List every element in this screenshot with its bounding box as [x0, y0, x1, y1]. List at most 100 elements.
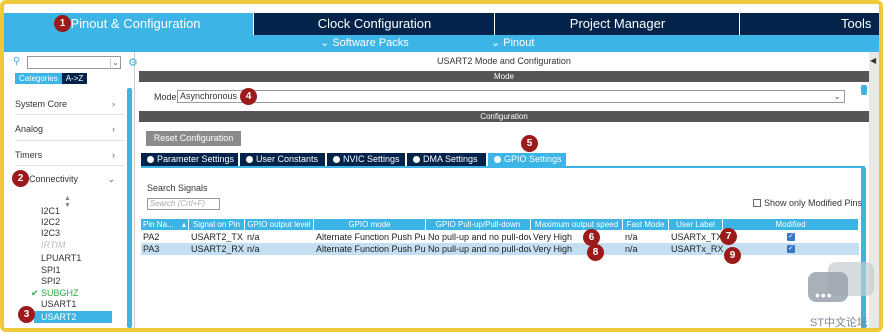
watermark-logo: ••• ST中文论坛 — [806, 262, 876, 328]
column-user-label[interactable]: User Label — [669, 219, 723, 230]
checkbox-icon[interactable] — [753, 199, 761, 207]
sort-icon: ▴ — [181, 220, 186, 229]
cell-pull: No pull-up and no pull-down — [428, 244, 531, 254]
software-packs-menu[interactable]: ⌄ Software Packs — [320, 35, 409, 52]
chevron-right-icon: › — [112, 124, 115, 134]
configuration-section-header: Configuration — [139, 111, 869, 122]
category-panel: ⚲ ⌄ ⚙ Categories A->Z System Core › Analog… — [4, 52, 138, 328]
category-system-core[interactable]: System Core › — [15, 97, 115, 111]
tab-tools[interactable]: Tools — [741, 13, 879, 35]
chevron-down-icon: ⌄ — [320, 37, 333, 49]
peripheral-i2c2[interactable]: I2C2 — [41, 217, 60, 228]
sub-menu-bar: ⌄ Software Packs ⌄ Pinout — [4, 35, 879, 52]
cell-pin: PA3 — [143, 244, 160, 254]
cell-fast-mode: n/a — [625, 244, 638, 254]
mode-scrollbar[interactable] — [861, 85, 867, 95]
tab-a-z[interactable]: A->Z — [61, 73, 88, 84]
peripheral-subghz[interactable]: ✔ SUBGHZ — [31, 288, 79, 299]
column-modified[interactable]: Modified — [723, 219, 859, 230]
tab-gpio-settings[interactable]: GPIO Settings — [488, 153, 566, 166]
chevron-right-icon: › — [112, 150, 115, 160]
table-row[interactable]: PA2 USART2_TX n/a Alternate Function Pus… — [141, 231, 859, 243]
cell-gpio-mode: Alternate Function Push Pull — [316, 244, 426, 254]
column-gpio-mode[interactable]: GPIO mode — [314, 219, 426, 230]
tab-categories[interactable]: Categories — [15, 73, 62, 84]
tab-clock-configuration[interactable]: Clock Configuration — [255, 13, 495, 35]
panel-title: USART2 Mode and Configuration — [437, 56, 571, 66]
top-tab-bar: Pinout & Configuration Clock Configurati… — [4, 13, 879, 35]
cell-speed: Very High — [533, 232, 573, 242]
status-dot-icon — [494, 156, 501, 163]
tab-user-constants[interactable]: User Constants — [240, 153, 325, 166]
cell-speed: Very High — [533, 244, 573, 254]
tab-nvic-settings[interactable]: NVIC Settings — [327, 153, 405, 166]
chevron-down-icon[interactable]: ⌄ — [110, 58, 120, 69]
mode-section-header: Mode — [139, 71, 869, 82]
cell-user-label: USARTx_TX — [671, 232, 723, 242]
peripheral-spi2[interactable]: SPI2 — [41, 276, 61, 287]
peripheral-i2c3[interactable]: I2C3 — [41, 228, 60, 239]
pinout-menu[interactable]: ⌄ Pinout — [491, 35, 534, 52]
tab-parameter-settings[interactable]: Parameter Settings — [141, 153, 238, 166]
callout-badge: 5 — [521, 135, 538, 152]
status-dot-icon — [413, 156, 420, 163]
reset-configuration-button[interactable]: Reset Configuration — [146, 131, 241, 146]
divider — [15, 114, 125, 115]
peripheral-usart1[interactable]: USART1 — [41, 299, 76, 310]
peripheral-usart2[interactable]: USART2 — [34, 311, 112, 323]
cell-user-label: USARTx_RX — [671, 244, 723, 254]
column-gpio-output-level[interactable]: GPIO output level — [245, 219, 314, 230]
category-scrollbar[interactable] — [127, 88, 132, 328]
column-pin-name[interactable]: Pin Na... ▴ — [141, 219, 189, 230]
search-icon: ⚲ — [13, 56, 21, 67]
column-gpio-pull[interactable]: GPIO Pull-up/Pull-down — [426, 219, 531, 230]
tab-dma-settings[interactable]: DMA Settings — [407, 153, 486, 166]
chevron-right-icon: › — [112, 99, 115, 109]
category-connectivity[interactable]: Connectivity ⌄ — [15, 172, 115, 186]
category-analog[interactable]: Analog › — [15, 122, 115, 136]
cell-pull: No pull-up and no pull-down — [428, 232, 531, 242]
column-fast-mode[interactable]: Fast Mode — [623, 219, 669, 230]
category-search-input[interactable]: ⌄ — [27, 56, 121, 69]
mode-label: Mode — [154, 92, 177, 102]
mode-select[interactable]: Asynchronous ⌄ — [177, 90, 845, 103]
tab-pinout-configuration[interactable]: Pinout & Configuration — [4, 13, 254, 35]
modified-checkbox-icon[interactable]: ✓ — [787, 245, 795, 253]
cell-fast-mode: n/a — [625, 232, 638, 242]
callout-badge: 9 — [724, 247, 741, 264]
cell-signal: USART2_RX — [191, 244, 244, 254]
cell-pin: PA2 — [143, 232, 160, 242]
peripheral-i2c1[interactable]: I2C1 — [41, 206, 60, 217]
search-signals-input[interactable]: Search (Crtl+F) — [147, 198, 220, 210]
chat-bubble-icon: ••• — [808, 272, 848, 303]
chevron-down-icon: ⌄ — [107, 174, 115, 184]
sort-icon[interactable]: ▲ ▼ — [64, 195, 71, 209]
category-tabs: Categories A->Z — [15, 73, 88, 84]
table-row[interactable]: PA3 USART2_RX n/a Alternate Function Pus… — [141, 243, 859, 255]
category-timers[interactable]: Timers › — [15, 148, 115, 162]
column-max-output-speed[interactable]: Maximum output speed — [531, 219, 623, 230]
cell-signal: USART2_TX — [191, 232, 243, 242]
cell-output-level: n/a — [247, 244, 260, 254]
peripheral-irtim[interactable]: IRTIM — [41, 240, 65, 251]
modified-checkbox-icon[interactable]: ✓ — [787, 233, 795, 241]
callout-badge: 2 — [12, 170, 29, 187]
callout-badge: 3 — [18, 306, 35, 323]
status-dot-icon — [246, 156, 253, 163]
column-signal-on-pin[interactable]: Signal on Pin — [189, 219, 245, 230]
chevron-down-icon: ⌄ — [833, 91, 841, 101]
collapse-icon[interactable]: ◀ — [870, 56, 876, 65]
show-modified-pins-checkbox[interactable]: Show only Modified Pins — [753, 198, 862, 208]
peripheral-spi1[interactable]: SPI1 — [41, 265, 61, 276]
check-icon: ✔ — [31, 288, 42, 298]
divider — [15, 140, 125, 141]
callout-badge: 7 — [720, 228, 737, 245]
tab-project-manager[interactable]: Project Manager — [496, 13, 740, 35]
gear-icon[interactable]: ⚙ — [128, 56, 138, 69]
cell-gpio-mode: Alternate Function Push Pull — [316, 232, 426, 242]
category-search: ⚲ ⌄ ⚙ — [13, 56, 138, 70]
status-dot-icon — [147, 156, 154, 163]
status-dot-icon — [333, 156, 340, 163]
peripheral-lpuart1[interactable]: LPUART1 — [41, 253, 81, 264]
gpio-settings-panel: Search Signals Search (Crtl+F) Show only… — [139, 168, 867, 328]
